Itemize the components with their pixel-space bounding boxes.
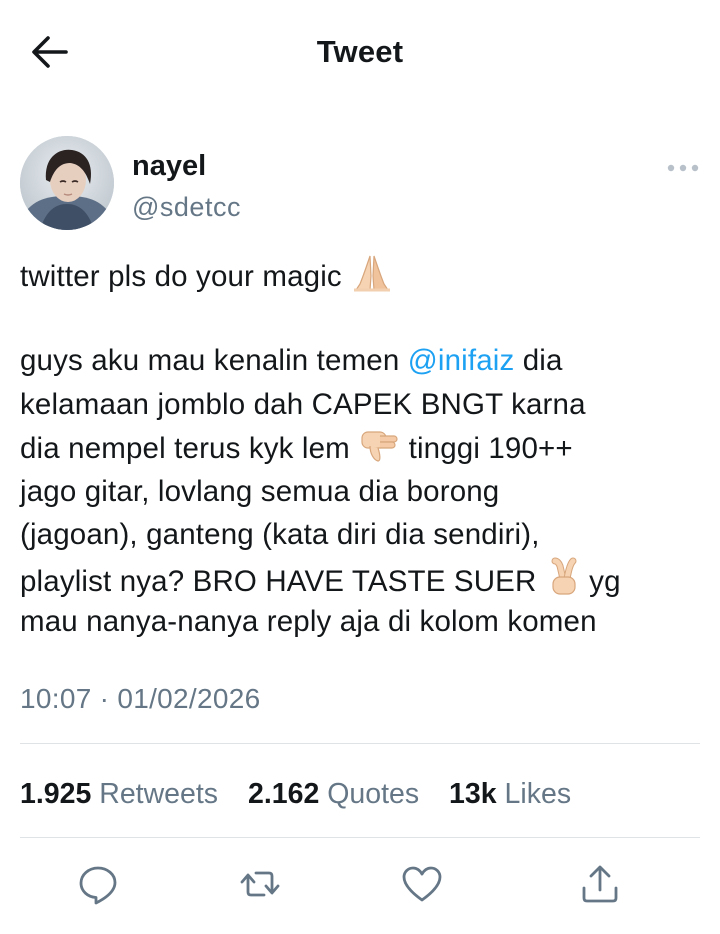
share-icon [582,865,618,903]
tweet-text-segment: yg [589,564,621,598]
display-name[interactable]: nayel [132,150,206,183]
tweet-line: jago gitar, lovlang semua dia borong [20,474,500,508]
tweet-line: playlist nya? BRO HAVE TASTE SUER yg [20,557,710,601]
more-options-button[interactable] [666,158,700,178]
tweet-text-segment: playlist nya? BRO HAVE TASTE SUER [20,564,537,598]
avatar-image [20,136,114,230]
divider [20,743,700,744]
tweet-author: nayel @sdetcc [20,136,700,232]
likes-label: Likes [504,778,572,810]
user-handle[interactable]: @sdetcc [132,192,241,223]
thumbs-down-icon [358,426,400,477]
mention-link[interactable]: @inifaiz [408,344,515,377]
folded-hands-icon [350,252,394,305]
page-title: Tweet [316,34,404,69]
quotes-stat[interactable]: 2.162 Quotes [248,778,419,811]
avatar[interactable] [20,136,114,230]
tweet-text-segment: dia nempel terus kyk lem [20,432,350,465]
tweet-text-segment: dia [514,344,563,377]
tweet-actions-bar [0,862,720,910]
retweets-label: Retweets [99,778,219,810]
tweet-line: (jagoan), ganteng (kata diri dia sendiri… [20,518,540,551]
retweet-button[interactable] [238,862,282,906]
likes-count: 13k [449,778,497,810]
tweet-line: kelamaan jomblo dah CAPEK BNGT karna [20,387,586,421]
tweet-timestamp[interactable]: 10:07 · 01/02/2026 [20,683,261,715]
tweet-text-segment: twitter pls do your magic [20,260,342,293]
retweet-icon [240,871,280,897]
header-bar: Tweet [0,0,720,108]
tweet-text: twitter pls do your magic guys aku mau k… [20,252,710,644]
tweet-text-segment: guys aku mau kenalin temen [20,344,408,377]
more-horizontal-icon [667,164,699,172]
divider [20,837,700,838]
tweet-line: dia nempel terus kyk lem tinggi 190++ [20,426,710,470]
retweets-count: 1.925 [20,778,92,810]
tweet-text-segment: tinggi 190++ [408,432,573,465]
retweets-stat[interactable]: 1.925 Retweets [20,778,218,811]
reply-button[interactable] [76,862,120,906]
reply-icon [79,866,117,905]
engagement-stats: 1.925 Retweets 2.162 Quotes 13k Likes [20,778,593,811]
tweet-line: guys aku mau kenalin temen @inifaiz dia [20,339,710,383]
likes-stat[interactable]: 13k Likes [449,778,571,811]
quotes-count: 2.162 [247,778,320,810]
quotes-label: Quotes [327,778,420,810]
tweet-line: twitter pls do your magic [20,252,710,296]
tweet-line: mau nanya-nanya reply aja di kolom komen [20,605,597,638]
like-button[interactable] [400,862,444,906]
heart-icon [402,866,442,902]
share-button[interactable] [578,862,622,906]
